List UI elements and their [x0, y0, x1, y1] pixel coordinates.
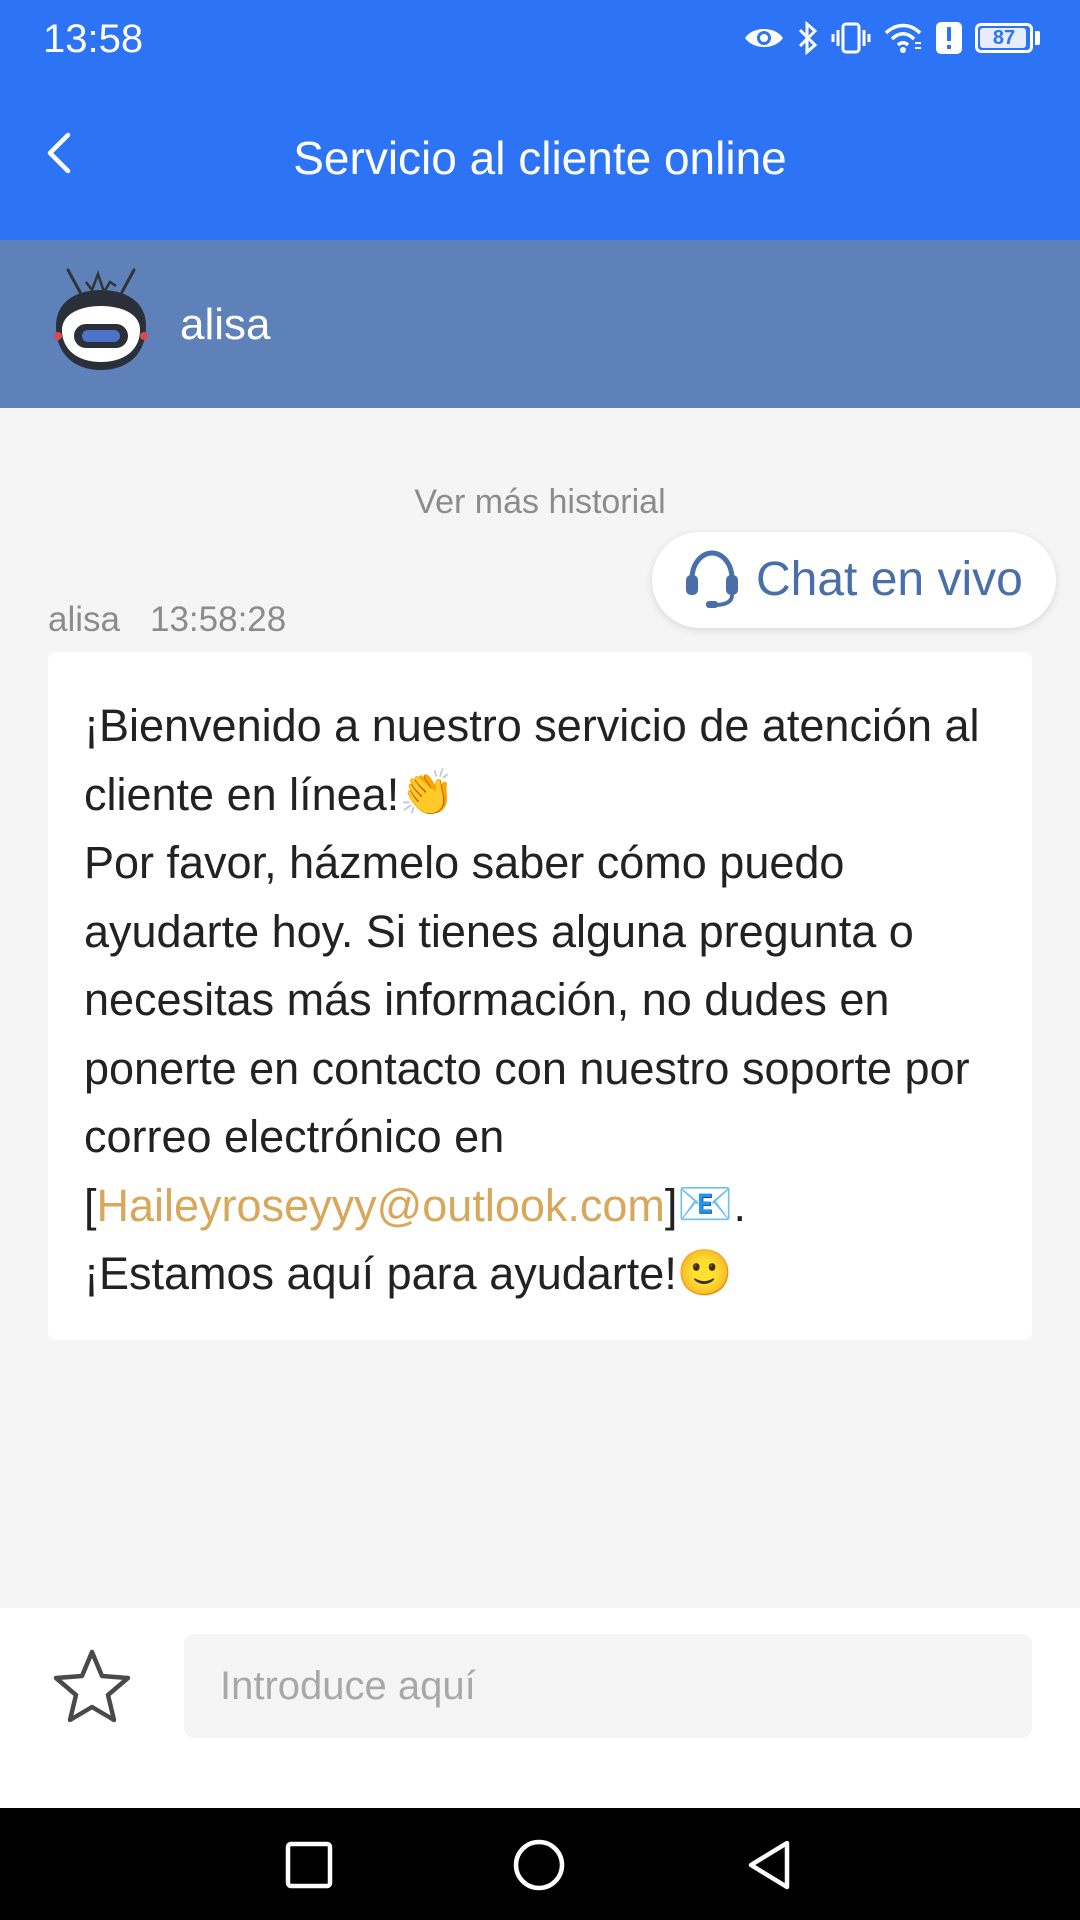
close-bracket: ] — [664, 1179, 678, 1231]
status-icons: 87 — [743, 16, 1040, 60]
star-icon — [52, 1647, 132, 1730]
back-icon[interactable] — [734, 1830, 804, 1900]
robot-avatar-icon — [46, 264, 156, 380]
battery-icon: 87 — [975, 23, 1033, 53]
message-paragraph-3: ¡Estamos aquí para ayudarte!🙂 — [84, 1240, 1002, 1309]
headset-icon — [682, 547, 742, 614]
bluetooth-icon — [797, 20, 819, 56]
message-line-2: Por favor, házmelo saber cómo puedo ayud… — [84, 837, 970, 1162]
eye-icon — [743, 23, 785, 53]
message-meta: alisa 13:58:28 — [48, 598, 286, 642]
recent-apps-icon[interactable] — [274, 1830, 344, 1900]
message-paragraph-2: Por favor, házmelo saber cómo puedo ayud… — [84, 829, 1002, 1240]
message-sender: alisa — [48, 600, 120, 639]
system-nav-bar — [0, 1808, 1080, 1920]
period: . — [733, 1179, 746, 1231]
battery-level: 87 — [992, 26, 1016, 49]
agent-bar: alisa — [0, 240, 1080, 408]
clapping-hands-emoji: 👏 — [399, 767, 456, 819]
vibrate-icon — [831, 21, 871, 55]
email-link[interactable]: Haileyroseyyy@outlook.com — [97, 1180, 665, 1231]
live-chat-label: Chat en vivo — [756, 553, 1023, 606]
message-line-3: ¡Estamos aquí para ayudarte! — [84, 1248, 677, 1299]
wifi-icon — [883, 21, 923, 55]
message-input[interactable] — [184, 1634, 1032, 1738]
alert-icon — [935, 21, 963, 55]
more-history-link[interactable]: Ver más historial — [0, 480, 1080, 524]
chat-area[interactable]: Ver más historial Chat en vivo alisa 13:5… — [0, 408, 1080, 1608]
home-icon[interactable] — [504, 1830, 574, 1900]
open-bracket: [ — [84, 1179, 97, 1231]
message-time: 13:58:28 — [149, 600, 287, 639]
status-bar: 13:58 87 — [0, 0, 1080, 78]
live-chat-button[interactable]: Chat en vivo — [652, 532, 1056, 628]
page-title: Servicio al cliente online — [293, 132, 787, 184]
envelope-emoji: 📧 — [677, 1178, 734, 1230]
input-area — [0, 1608, 1080, 1808]
rate-button[interactable] — [48, 1644, 136, 1732]
message-line-1: ¡Bienvenido a nuestro servicio de atenci… — [84, 700, 980, 820]
status-time: 13:58 — [43, 17, 144, 61]
smiling-face-emoji: 🙂 — [676, 1246, 733, 1298]
agent-name: alisa — [180, 300, 271, 349]
header-bar: Servicio al cliente online — [0, 78, 1080, 240]
message-paragraph-1: ¡Bienvenido a nuestro servicio de atenci… — [84, 692, 1002, 829]
message-bubble: ¡Bienvenido a nuestro servicio de atenci… — [48, 652, 1032, 1340]
